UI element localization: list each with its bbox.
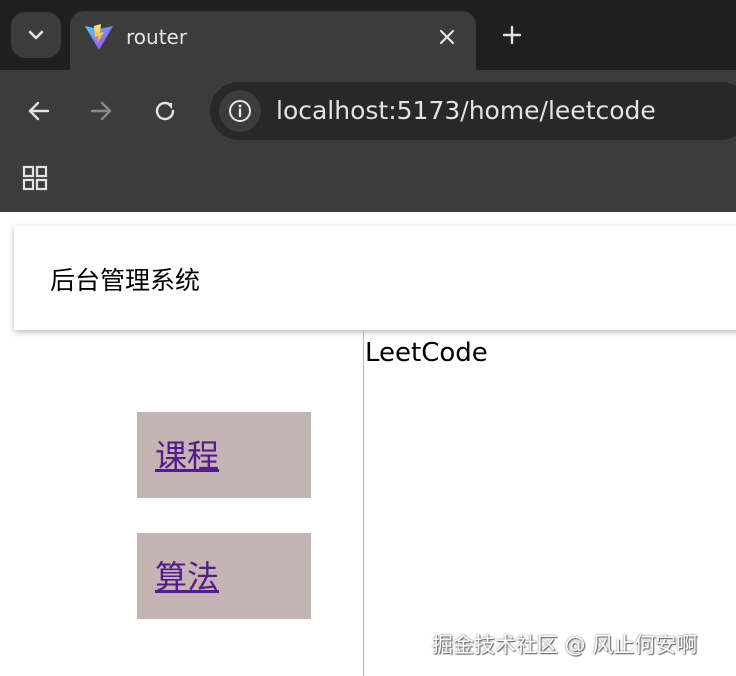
arrow-left-icon	[28, 101, 50, 121]
sidebar-link-courses[interactable]: 课程	[155, 434, 219, 478]
apps-button[interactable]	[16, 160, 54, 196]
close-icon	[439, 29, 455, 45]
vite-logo-icon	[85, 24, 113, 50]
browser-tabstrip: router	[0, 0, 736, 70]
sidebar-link-algorithms[interactable]: 算法	[155, 555, 219, 599]
sidebar-divider	[363, 330, 364, 676]
router-view-content: LeetCode	[365, 338, 488, 368]
watermark: 掘金技术社区 @ 风止何安啊	[432, 633, 698, 657]
apps-grid-icon	[22, 165, 48, 191]
forward-button[interactable]	[81, 91, 121, 131]
plus-icon	[502, 25, 522, 45]
url-text[interactable]: localhost:5173/home/leetcode	[276, 96, 656, 126]
tab-title: router	[126, 25, 188, 49]
page-viewport: 后台管理系统 课程 算法 LeetCode 掘金技术社区 @ 风止何安啊	[0, 212, 736, 676]
reload-icon	[155, 101, 175, 121]
back-button[interactable]	[19, 91, 59, 131]
sidebar-item-courses[interactable]: 课程	[137, 412, 311, 498]
address-bar[interactable]: localhost:5173/home/leetcode	[210, 82, 736, 140]
browser-toolbar: localhost:5173/home/leetcode	[0, 70, 736, 150]
reload-button[interactable]	[145, 91, 185, 131]
tab-close-button[interactable]	[434, 24, 460, 50]
app-header: 后台管理系统	[14, 226, 736, 330]
app-title: 后台管理系统	[50, 266, 201, 295]
chevron-down-icon	[28, 30, 44, 40]
site-info-button[interactable]	[219, 90, 261, 132]
new-tab-button[interactable]	[495, 17, 529, 53]
browser-tab-active[interactable]: router	[70, 11, 476, 70]
sidebar-item-algorithms[interactable]: 算法	[137, 533, 311, 619]
bookmarks-bar	[0, 150, 736, 212]
tab-search-button[interactable]	[11, 12, 61, 58]
info-icon	[229, 100, 251, 122]
arrow-right-icon	[90, 101, 112, 121]
